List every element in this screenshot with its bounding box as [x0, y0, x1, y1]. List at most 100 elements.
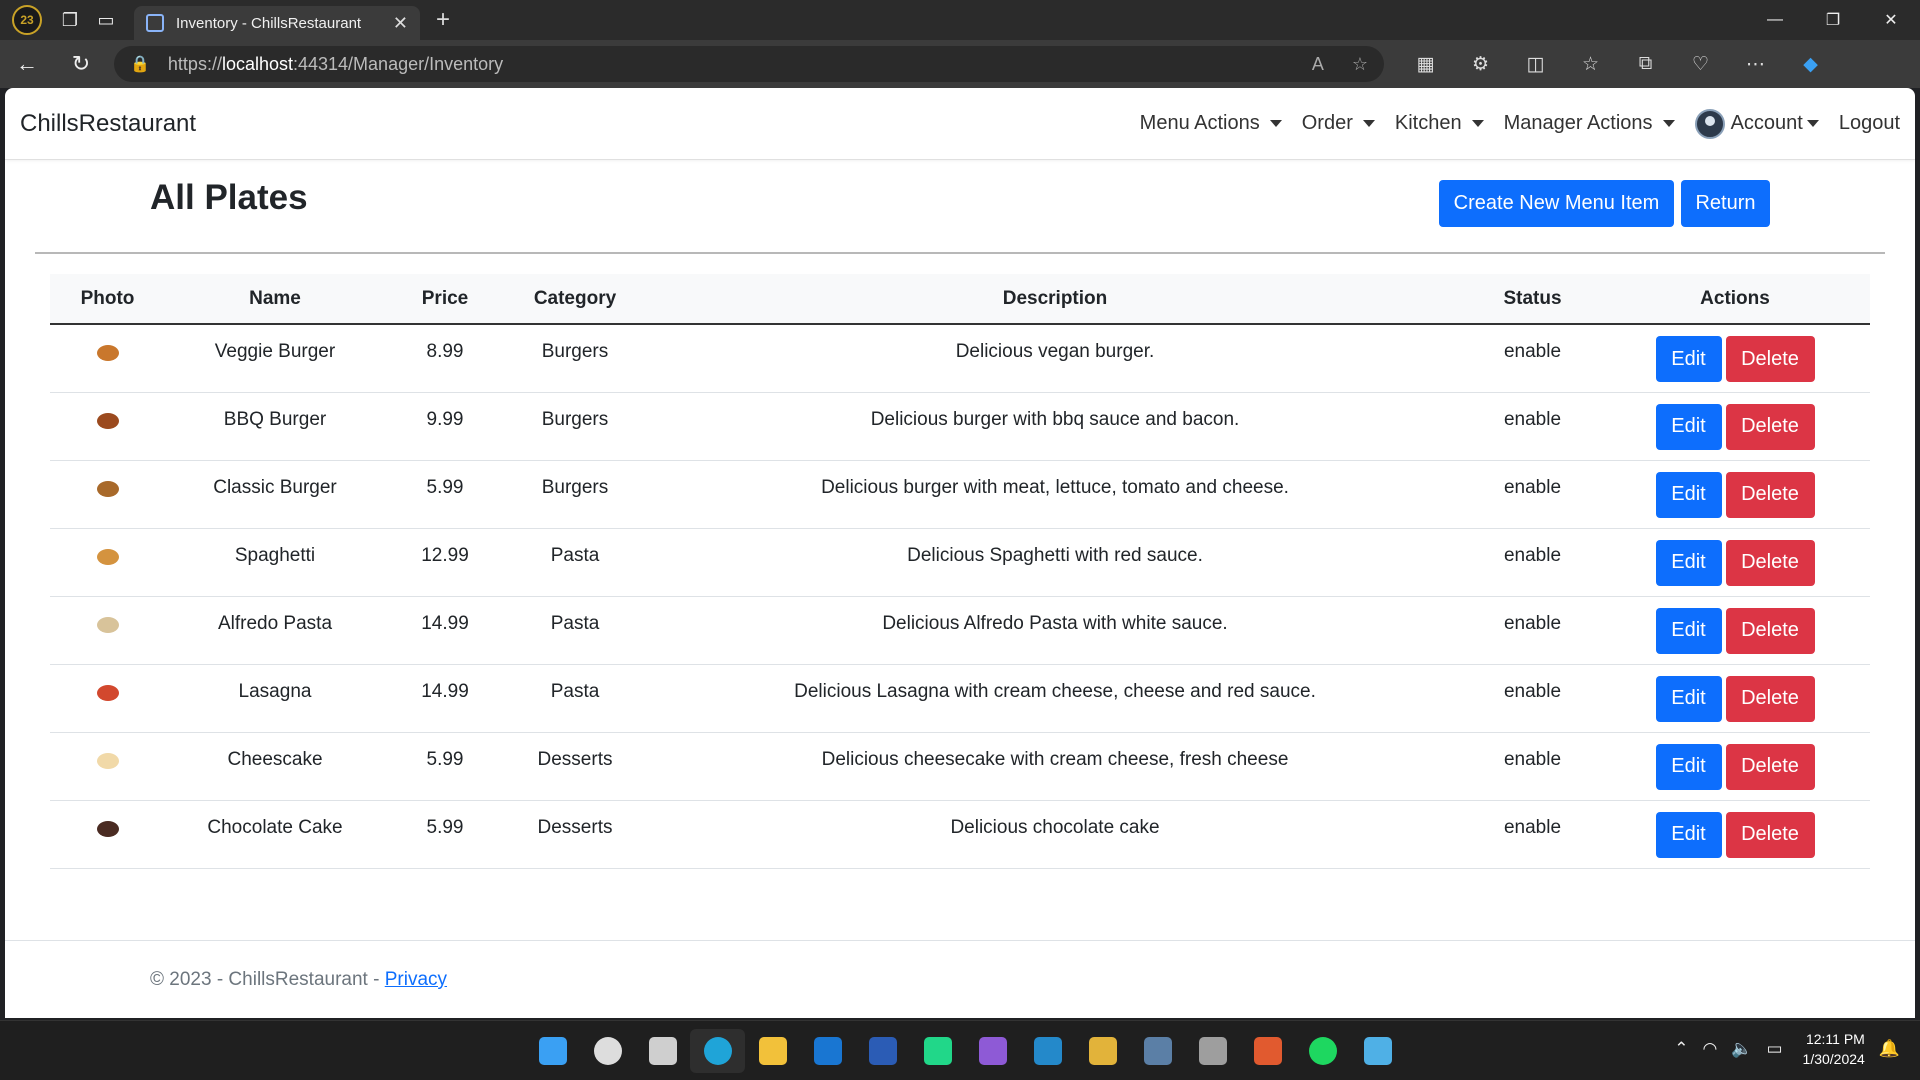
cell-photo: [50, 596, 165, 664]
refresh-icon[interactable]: ↻: [54, 44, 108, 84]
profile-icon[interactable]: 23: [12, 5, 42, 35]
cell-description: Delicious burger with meat, lettuce, tom…: [821, 476, 1289, 498]
create-menu-item-button[interactable]: Create New Menu Item: [1439, 180, 1674, 227]
copilot-icon[interactable]: ◆: [1783, 44, 1838, 84]
edit-button[interactable]: Edit: [1655, 403, 1722, 450]
nav-menu-actions[interactable]: Menu Actions: [1140, 112, 1282, 135]
word-icon[interactable]: [855, 1029, 910, 1073]
workspaces-icon[interactable]: ❐: [52, 2, 88, 38]
brand-link[interactable]: ChillsRestaurant: [20, 110, 196, 138]
col-header-price[interactable]: Price: [385, 274, 505, 324]
minimize-icon[interactable]: —: [1746, 0, 1804, 40]
cell-name: Alfredo Pasta: [217, 612, 333, 634]
nav-kitchen[interactable]: Kitchen: [1395, 112, 1484, 135]
cell-actions: Edit Delete: [1600, 732, 1870, 800]
start-icon[interactable]: [525, 1029, 580, 1073]
tools-glyph: [1088, 1037, 1117, 1065]
nav-account[interactable]: Account: [1694, 108, 1819, 139]
col-header-photo[interactable]: Photo: [50, 274, 165, 324]
clock-time: 12:11 PM: [1805, 1031, 1865, 1047]
system-tray: ⌃ ◠ 🔈 ▭ 12:11 PM 1/30/2024 🔔: [1660, 1029, 1900, 1069]
food-photo: [96, 616, 119, 633]
notifications-icon[interactable]: 🔔: [1879, 1039, 1900, 1059]
extensions-icon[interactable]: ⚙: [1453, 44, 1508, 84]
logout-link[interactable]: Logout: [1839, 112, 1900, 135]
cell-description: Delicious Lasagna with cream cheese, che…: [794, 680, 1316, 702]
tools-icon[interactable]: [1075, 1029, 1130, 1073]
cell-name: Classic Burger: [213, 476, 337, 498]
git-icon[interactable]: [1240, 1029, 1295, 1073]
performance-icon[interactable]: ♡: [1673, 44, 1728, 84]
col-header-actions[interactable]: Actions: [1600, 274, 1870, 324]
delete-button[interactable]: Delete: [1725, 743, 1815, 790]
delete-button[interactable]: Delete: [1725, 811, 1815, 858]
edit-button[interactable]: Edit: [1655, 539, 1722, 586]
delete-button[interactable]: Delete: [1725, 675, 1815, 722]
cell-status: enable: [1503, 408, 1562, 430]
nav-manager-actions[interactable]: Manager Actions: [1504, 112, 1675, 135]
sql-icon[interactable]: [1130, 1029, 1185, 1073]
cell-price: 14.99: [421, 612, 469, 634]
col-header-status[interactable]: Status: [1465, 274, 1600, 324]
vscode-icon[interactable]: [1020, 1029, 1075, 1073]
delete-button[interactable]: Delete: [1725, 471, 1815, 518]
edit-button[interactable]: Edit: [1655, 471, 1722, 518]
spotify-icon[interactable]: [1295, 1029, 1350, 1073]
search-icon[interactable]: [580, 1029, 635, 1073]
database-icon[interactable]: [1185, 1029, 1240, 1073]
notepad-icon[interactable]: [1350, 1029, 1405, 1073]
file-explorer-icon[interactable]: [745, 1029, 800, 1073]
task-view-icon[interactable]: [635, 1029, 690, 1073]
delete-button[interactable]: Delete: [1725, 403, 1815, 450]
delete-button[interactable]: Delete: [1725, 539, 1815, 586]
wifi-icon[interactable]: ◠: [1702, 1039, 1717, 1059]
new-tab-icon[interactable]: +: [436, 6, 450, 34]
close-tab-icon[interactable]: ✕: [393, 13, 408, 34]
outlook-icon[interactable]: [800, 1029, 855, 1073]
edit-button[interactable]: Edit: [1655, 743, 1722, 790]
collections-icon[interactable]: ⧉: [1618, 44, 1673, 84]
nav-item-label: Manager Actions: [1503, 112, 1653, 134]
col-header-category[interactable]: Category: [505, 274, 645, 324]
browser-tab[interactable]: Inventory - ChillsRestaurant ✕: [134, 6, 420, 40]
return-button[interactable]: Return: [1681, 180, 1770, 227]
chevron-down-icon: [1269, 120, 1282, 127]
lock-icon[interactable]: 🔒: [130, 54, 150, 74]
chevron-down-icon: [1362, 120, 1375, 127]
table-row: Alfredo Pasta 14.99 Pasta Delicious Alfr…: [50, 596, 1870, 664]
nav-order[interactable]: Order: [1302, 112, 1375, 135]
delete-button[interactable]: Delete: [1725, 607, 1815, 654]
favorites-icon[interactable]: ☆: [1563, 44, 1618, 84]
col-header-name[interactable]: Name: [165, 274, 385, 324]
qr-code-icon[interactable]: ▦: [1398, 44, 1453, 84]
restore-icon[interactable]: ❐: [1804, 0, 1862, 40]
close-window-icon[interactable]: ✕: [1862, 0, 1920, 40]
more-icon[interactable]: ⋯: [1728, 44, 1783, 84]
tab-actions-icon[interactable]: ▭: [88, 2, 124, 38]
food-photo: [96, 820, 119, 837]
read-aloud-icon[interactable]: A: [1312, 54, 1324, 75]
favorite-star-icon[interactable]: ☆: [1352, 54, 1368, 75]
cell-actions: Edit Delete: [1600, 528, 1870, 596]
split-screen-icon[interactable]: ◫: [1508, 44, 1563, 84]
privacy-link[interactable]: Privacy: [385, 969, 447, 990]
edit-button[interactable]: Edit: [1655, 811, 1722, 858]
cell-photo: [50, 664, 165, 732]
chevron-up-icon[interactable]: ⌃: [1674, 1039, 1688, 1059]
address-bar[interactable]: 🔒 https://localhost:44314/Manager/Invent…: [114, 46, 1384, 82]
clock[interactable]: 12:11 PM 1/30/2024: [1803, 1029, 1865, 1069]
pycharm-icon[interactable]: [910, 1029, 965, 1073]
battery-icon[interactable]: ▭: [1766, 1039, 1782, 1059]
edit-button[interactable]: Edit: [1655, 675, 1722, 722]
delete-button[interactable]: Delete: [1725, 336, 1815, 382]
url-path: :44314/Manager/Inventory: [293, 53, 504, 74]
visual-studio-icon[interactable]: [965, 1029, 1020, 1073]
volume-icon[interactable]: 🔈: [1731, 1039, 1752, 1059]
edge-icon[interactable]: [690, 1029, 745, 1073]
edit-button[interactable]: Edit: [1655, 336, 1722, 382]
cell-actions: Edit Delete: [1600, 664, 1870, 732]
edit-button[interactable]: Edit: [1655, 607, 1722, 654]
col-header-description[interactable]: Description: [645, 274, 1465, 324]
back-icon[interactable]: ←: [0, 44, 54, 84]
spotify-glyph: [1308, 1037, 1337, 1065]
